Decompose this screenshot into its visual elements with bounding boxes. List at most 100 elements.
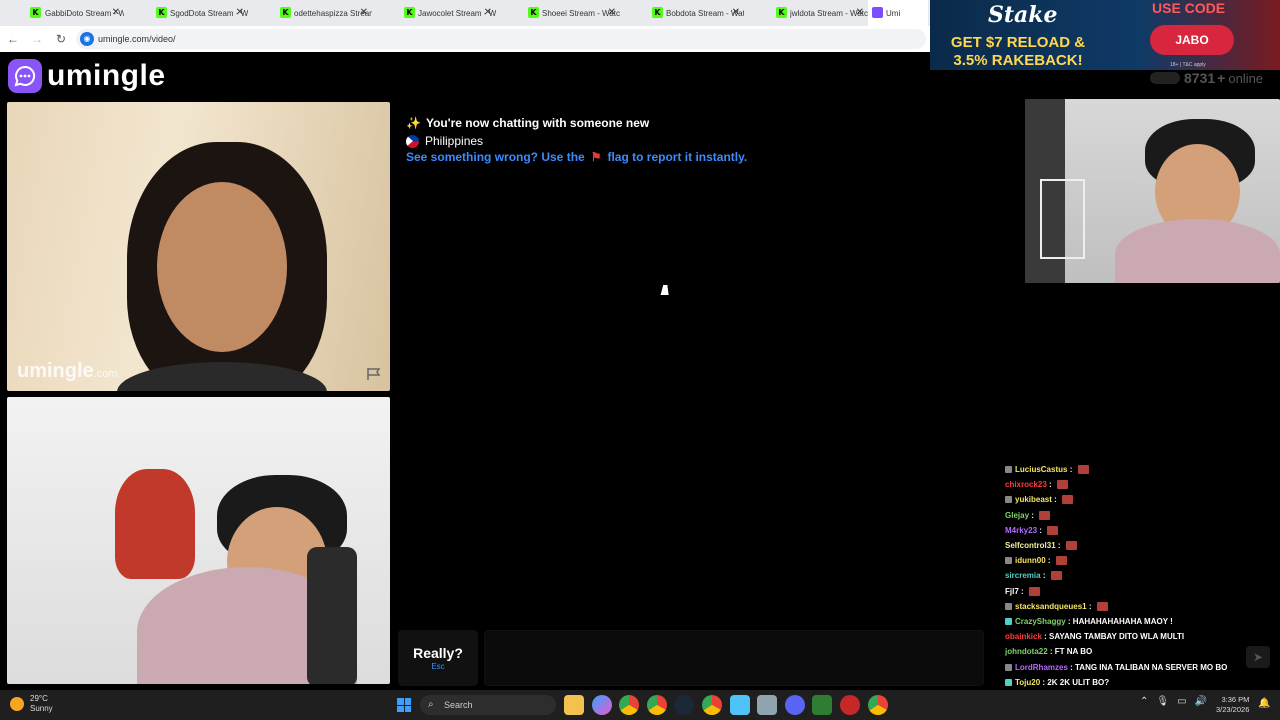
- stream-chat-message: idunn00 :: [1005, 556, 1067, 566]
- really-skip-button[interactable]: Really? Esc: [398, 630, 478, 686]
- search-icon: ⌕: [428, 699, 434, 710]
- chat-username[interactable]: chixrock23: [1005, 480, 1047, 489]
- site-logo[interactable]: umingle: [8, 58, 166, 94]
- close-tab-icon[interactable]: ✕: [856, 7, 864, 18]
- chevron-up-icon[interactable]: ⌃: [1140, 696, 1148, 707]
- chat-separator: :: [1065, 617, 1073, 626]
- network-icon[interactable]: ▭: [1177, 696, 1186, 707]
- browser-tab[interactable]: K Jawocolet Stream - Wat ✕: [372, 0, 496, 26]
- stranger-video: umingle.com: [7, 102, 390, 391]
- taskbar-search[interactable]: ⌕ Search: [420, 695, 556, 715]
- chat-username[interactable]: Glejay: [1005, 511, 1029, 520]
- volume-icon[interactable]: 🔊: [1195, 696, 1207, 707]
- sun-icon: [10, 697, 24, 711]
- umingle-watermark: umingle.com: [17, 360, 118, 382]
- chat-username[interactable]: sircremia: [1005, 571, 1041, 580]
- stranger-face: [157, 182, 287, 352]
- chat-username[interactable]: obainkick: [1005, 632, 1042, 641]
- chrome-active-icon[interactable]: [701, 695, 722, 715]
- stream-chat-message: Glejay :: [1005, 510, 1051, 520]
- windows-start-icon[interactable]: [397, 698, 411, 712]
- message-input[interactable]: [484, 630, 984, 686]
- screen: K GabbiDoto Stream - Wa ✕ K SgodDota Str…: [0, 0, 1280, 720]
- notification-bell-icon[interactable]: 🔔: [1258, 698, 1270, 709]
- browser-tab[interactable]: K GabbiDoto Stream - Wa ✕: [0, 0, 124, 26]
- chat-emote-icon: [1077, 465, 1089, 474]
- forward-arrow-icon[interactable]: →: [26, 32, 48, 46]
- online-toggle[interactable]: [1150, 72, 1180, 84]
- chat-badge-icon: [1005, 602, 1012, 610]
- system-message-country: Philippines: [406, 134, 483, 148]
- kick-favicon-icon: K: [404, 7, 415, 18]
- chat-emote-icon: [1050, 571, 1062, 581]
- close-tab-icon[interactable]: ✕: [360, 7, 368, 18]
- address-bar[interactable]: ◉ umingle.com/video/: [76, 29, 926, 49]
- chat-emote-icon: [1039, 510, 1051, 520]
- chrome-icon[interactable]: [619, 695, 640, 715]
- chat-message-text: SAYANG TAMBAY DITO WLA MULTI: [1049, 632, 1185, 642]
- close-tab-icon[interactable]: ✕: [484, 7, 492, 18]
- chat-username[interactable]: CrazyShaggy: [1015, 617, 1066, 626]
- chat-username[interactable]: yukibeast: [1015, 495, 1052, 504]
- chat-username[interactable]: M4rky23: [1005, 526, 1037, 535]
- ad-code-button[interactable]: JABO: [1150, 25, 1234, 55]
- taskbar-clock[interactable]: 3:36 PM 3/23/2026: [1216, 695, 1249, 715]
- browser-tab-active[interactable]: Umi: [868, 0, 928, 26]
- chat-emote-icon: [1062, 495, 1074, 505]
- self-video: [7, 397, 390, 684]
- stream-chat-message: obainkick : SAYANG TAMBAY DITO WLA MULTI: [1005, 632, 1184, 641]
- system-tray: ⌃ 🎙 ▭ 🔊: [1140, 696, 1215, 707]
- weather-condition: Sunny: [30, 704, 53, 713]
- reload-icon[interactable]: ↻: [50, 32, 72, 46]
- browser-tab[interactable]: K odettehaspizza Stream ✕: [248, 0, 372, 26]
- chat-separator: :: [1067, 465, 1075, 474]
- app-icon[interactable]: [839, 695, 860, 715]
- stream-chat-message: chixrock23 :: [1005, 480, 1068, 490]
- notepad-icon[interactable]: [729, 695, 750, 715]
- copilot-icon[interactable]: [591, 695, 612, 715]
- microphone-icon[interactable]: 🎙: [1156, 696, 1169, 707]
- chrome-profile-icon[interactable]: [646, 695, 667, 715]
- file-explorer-icon[interactable]: [564, 695, 584, 715]
- date: 3/23/2026: [1216, 705, 1250, 714]
- chat-message-text: TANG INA TALIBAN NA SERVER MO BO: [1075, 662, 1228, 672]
- chat-username[interactable]: LuciusCastus: [1015, 465, 1067, 474]
- discord-icon[interactable]: [784, 695, 805, 715]
- browser-tab[interactable]: K Shoeei Stream - Watch ✕: [496, 0, 620, 26]
- sparkles-icon: ✨: [406, 116, 421, 130]
- chat-username[interactable]: idunn00: [1015, 556, 1046, 565]
- close-tab-icon[interactable]: ✕: [732, 7, 740, 18]
- report-flag-icon[interactable]: [366, 367, 382, 381]
- stream-chat-message: Selfcontrol31 :: [1005, 541, 1077, 550]
- chat-username[interactable]: Selfcontrol31: [1005, 541, 1056, 550]
- stream-chat-message: LuciusCastus :: [1005, 465, 1089, 474]
- chat-username[interactable]: LordRhamzes: [1015, 663, 1068, 672]
- stake-ad-banner[interactable]: Stake GET $7 RELOAD & 3.5% RAKEBACK! USE…: [930, 0, 1280, 70]
- chat-username[interactable]: Fjl7: [1005, 587, 1019, 596]
- baby-gate: [1040, 179, 1085, 259]
- chat-emote-icon: [1096, 601, 1108, 611]
- chat-username[interactable]: johndota22: [1005, 647, 1048, 656]
- close-tab-icon[interactable]: ✕: [112, 7, 120, 18]
- tools-icon[interactable]: [757, 695, 778, 715]
- chrome-alt-icon[interactable]: [867, 695, 888, 715]
- back-arrow-icon[interactable]: ←: [2, 32, 24, 46]
- stream-chat-message: CrazyShaggy : HAHAHAHAHAHA MAOY !: [1005, 617, 1173, 626]
- browser-tab[interactable]: K SgodDota Stream - Wat ✕: [124, 0, 248, 26]
- obs-icon[interactable]: [812, 695, 833, 715]
- weather-widget[interactable]: 29°C Sunny: [10, 694, 53, 714]
- browser-tab[interactable]: K Bobdota Stream - Watc ✕: [620, 0, 744, 26]
- browser-tab[interactable]: K jwldota Stream - Watch ✕: [744, 0, 868, 26]
- streamer-webcam: [1025, 99, 1280, 283]
- chat-username[interactable]: stacksandqueues1: [1015, 602, 1087, 611]
- close-tab-icon[interactable]: ✕: [236, 7, 244, 18]
- steam-icon[interactable]: [674, 695, 695, 715]
- site-info-icon[interactable]: ◉: [80, 32, 94, 46]
- chair: [307, 547, 357, 684]
- chat-emote-icon: [1056, 480, 1068, 490]
- new-chat-text: You're now chatting with someone new: [425, 116, 650, 130]
- red-flag-icon: ⚑: [590, 150, 602, 164]
- close-tab-icon[interactable]: ✕: [608, 7, 616, 18]
- chat-username[interactable]: Toju20: [1015, 678, 1040, 687]
- kick-favicon-icon: K: [776, 7, 787, 18]
